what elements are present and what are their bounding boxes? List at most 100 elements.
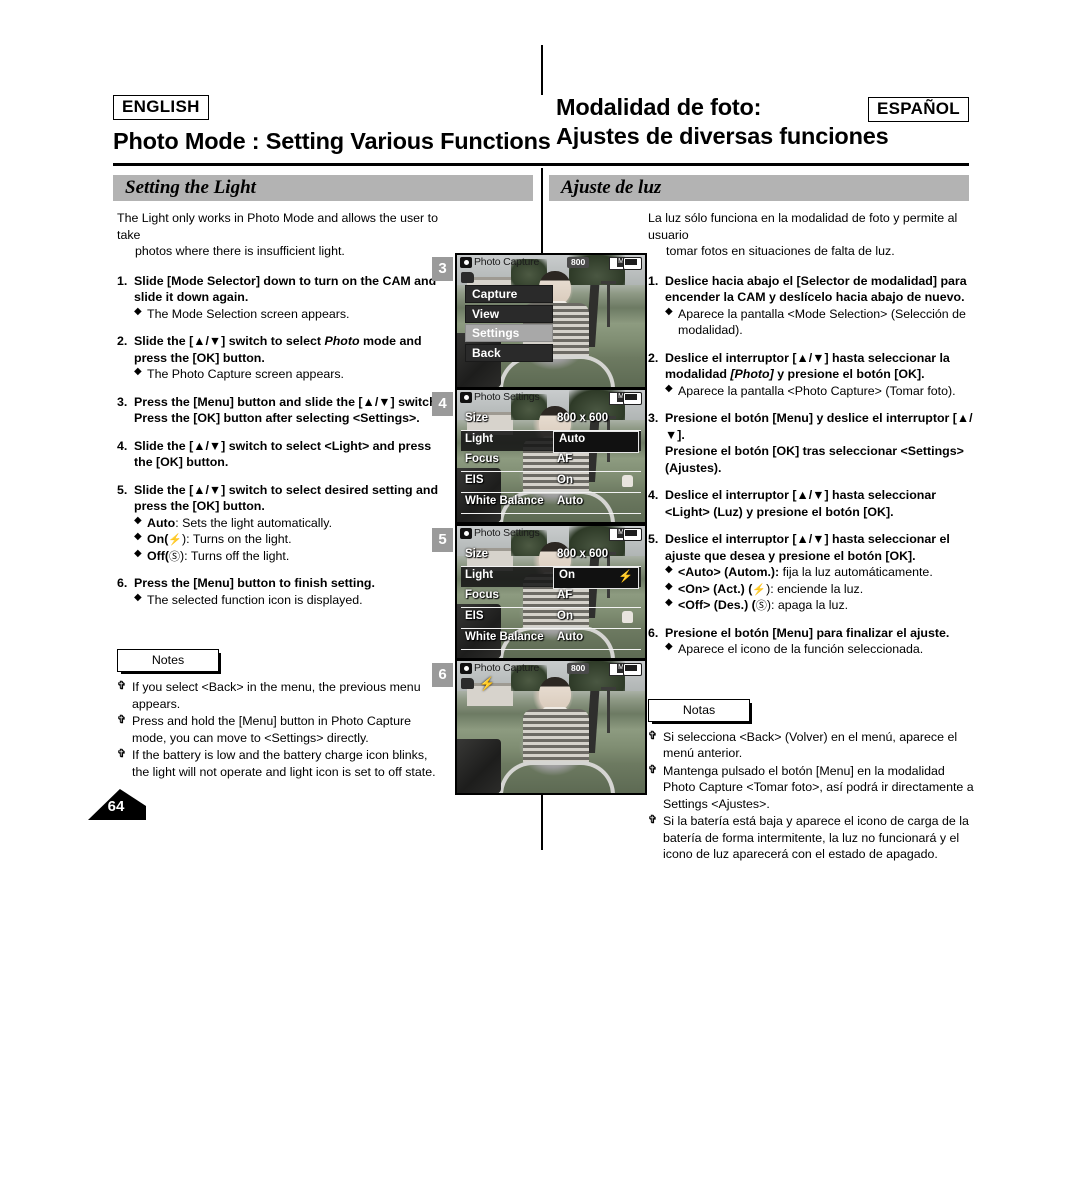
setting-value: Auto (559, 433, 586, 445)
hand-icon (622, 475, 633, 487)
setting-row-size[interactable]: Size 800 x 600 (461, 410, 641, 431)
option-label: <Off> (Des.) ( (678, 598, 756, 613)
step-badge-5: 5 (432, 528, 453, 552)
setting-value: Auto (557, 631, 584, 643)
step-bullet-on: ◆ <On> (Act.) (⚡): enciende la luz. (665, 581, 978, 598)
step-2-english: 2. Slide the [▲/▼] switch to select Phot… (117, 333, 447, 383)
page-number: 64 (107, 798, 125, 815)
note-text: Press and hold the [Menu] button in Phot… (132, 714, 411, 745)
intro-line-1: The Light only works in Photo Mode and a… (117, 211, 438, 242)
header-english: ENGLISH Photo Mode : Setting Various Fun… (113, 95, 551, 155)
setting-row-white-balance[interactable]: White Balance Auto (461, 629, 641, 650)
flash-icon: ⚡ (752, 583, 767, 596)
lcd-title: Photo Settings (474, 391, 540, 403)
subject-head (539, 677, 571, 711)
language-badge-english: ENGLISH (113, 95, 209, 120)
setting-row-eis[interactable]: EIS On (461, 608, 641, 629)
diamond-icon: ◆ (665, 564, 673, 575)
option-desc: : Sets the light automatically. (175, 515, 333, 530)
setting-value: AF (557, 453, 573, 465)
step-number: 3. (648, 411, 659, 425)
lcd-screen-photo-capture-final: Photo Capture 800 ⚡ (455, 659, 647, 795)
step-1-spanish: 1. Deslice hacia abajo el [Selector de m… (648, 273, 978, 339)
step-number: 3. (117, 394, 128, 409)
note-item: ✞ If the battery is low and the battery c… (117, 747, 447, 780)
lcd-title: Photo Settings (474, 527, 540, 539)
note-text: If the battery is low and the battery ch… (132, 748, 436, 779)
step-badge-4: 4 (432, 392, 453, 416)
section-title-bar-spanish: Ajuste de luz (549, 175, 969, 201)
setting-row-white-balance[interactable]: White Balance Auto (461, 493, 641, 514)
step-heading-emphasis: [Photo] (730, 367, 774, 381)
photo-mode-icon (460, 257, 472, 268)
flash-icon: ⚡ (618, 569, 633, 583)
step-number: 1. (117, 273, 128, 288)
setting-row-size[interactable]: Size 800 x 600 (461, 546, 641, 567)
step-heading: Press the [Menu] button to finish settin… (134, 576, 375, 591)
setting-value: On (559, 569, 575, 581)
step-heading-secondary: Presione el botón [OK] tras seleccionar … (665, 444, 964, 475)
option-label: <On> (Act.) ( (678, 581, 753, 596)
option-label: On( (147, 532, 169, 546)
menu-item-settings[interactable]: Settings (465, 324, 553, 342)
flash-icon: ⚡ (168, 534, 183, 546)
menu-item-back[interactable]: Back (465, 343, 553, 362)
lcd-status-bar: Photo Capture 800 (457, 255, 645, 270)
setting-value: On (557, 610, 573, 622)
setting-key: White Balance (465, 631, 544, 643)
diamond-icon: ◆ (134, 514, 142, 526)
menu-item-view[interactable]: View (465, 304, 553, 323)
step-bullet: ◆ Aparece la pantalla <Photo Capture> (To… (665, 383, 978, 400)
step-number: 5. (648, 532, 659, 546)
step-6-english: 6. Press the [Menu] button to finish set… (117, 575, 447, 608)
step-heading: Slide the [▲/▼] switch to select Photo m… (134, 333, 447, 366)
bike-handle (499, 761, 615, 793)
note-text: If you select <Back> in the menu, the pr… (132, 680, 421, 711)
step-number: 6. (648, 625, 659, 640)
section-title-bar-english: Setting the Light (113, 175, 533, 201)
setting-row-light[interactable]: Light Auto (461, 431, 641, 453)
settings-list: Size 800 x 600 Light Auto Focus AF EIS O… (461, 410, 641, 514)
record-mode-icon (461, 272, 474, 283)
step-3-english: 3. Press the [Menu] button and slide the… (117, 394, 447, 427)
diamond-icon: ◆ (665, 641, 673, 653)
cross-bullet-icon: ✞ (648, 763, 658, 776)
step-heading-part-a: Slide the [▲/▼] switch to select (134, 334, 325, 348)
intro-spanish: La luz sólo funciona en la modalidad de … (648, 210, 978, 260)
step-heading: Deslice el interruptor [▲/▼] hasta selec… (665, 350, 978, 383)
diamond-icon: ◆ (665, 382, 673, 394)
step-bullet: ◆ Aparece el icono de la función seleccio… (665, 641, 978, 658)
step-1-english: 1. Slide [Mode Selector] down to turn on… (117, 273, 447, 323)
pole (607, 687, 610, 733)
setting-value: 800 x 600 (557, 548, 609, 560)
setting-row-focus[interactable]: Focus AF (461, 451, 641, 472)
step-heading: Deslice el interruptor [▲/▼] hasta selec… (665, 532, 950, 563)
menu-item-capture[interactable]: Capture (465, 285, 553, 303)
option-desc: ): enciende la luz. (766, 581, 864, 596)
page-title-spanish-line2: Ajustes de diversas funciones (556, 122, 889, 149)
pole (607, 281, 610, 327)
section-title-english: Setting the Light (125, 177, 256, 198)
content-column-spanish: La luz sólo funciona en la modalidad de … (648, 210, 978, 864)
step-bullet-auto: ◆ Auto: Sets the light automatically. (134, 515, 447, 532)
setting-value: On (557, 474, 573, 486)
setting-value: Auto (557, 495, 584, 507)
step-bullet: ◆ Aparece la pantalla <Mode Selection> (S… (665, 306, 978, 339)
diamond-icon: ◆ (134, 531, 142, 542)
photo-mode-icon (460, 392, 472, 403)
hand-icon (622, 611, 633, 623)
step-heading: Press the [Menu] button and slide the [▲… (134, 394, 441, 409)
photo-mode-icon (460, 528, 472, 539)
note-item: ✞ Si la batería está baja y aparece el ic… (648, 813, 978, 863)
battery-icon (623, 663, 642, 676)
step-bullet: ◆ The Photo Capture screen appears. (134, 366, 447, 383)
step-badge-3: 3 (432, 257, 453, 281)
diamond-icon: ◆ (665, 580, 673, 592)
lcd-screen-photo-capture-menu: Photo Capture 800 Capture View Settings … (455, 253, 647, 389)
note-item: ✞ If you select <Back> in the menu, the p… (117, 679, 447, 712)
setting-row-focus[interactable]: Focus AF (461, 587, 641, 608)
note-text: Mantenga pulsado el botón [Menu] en la m… (663, 763, 974, 811)
setting-row-eis[interactable]: EIS On (461, 472, 641, 493)
setting-row-light[interactable]: Light On ⚡ (461, 567, 641, 589)
notes-label-spanish: Notas (648, 698, 750, 722)
